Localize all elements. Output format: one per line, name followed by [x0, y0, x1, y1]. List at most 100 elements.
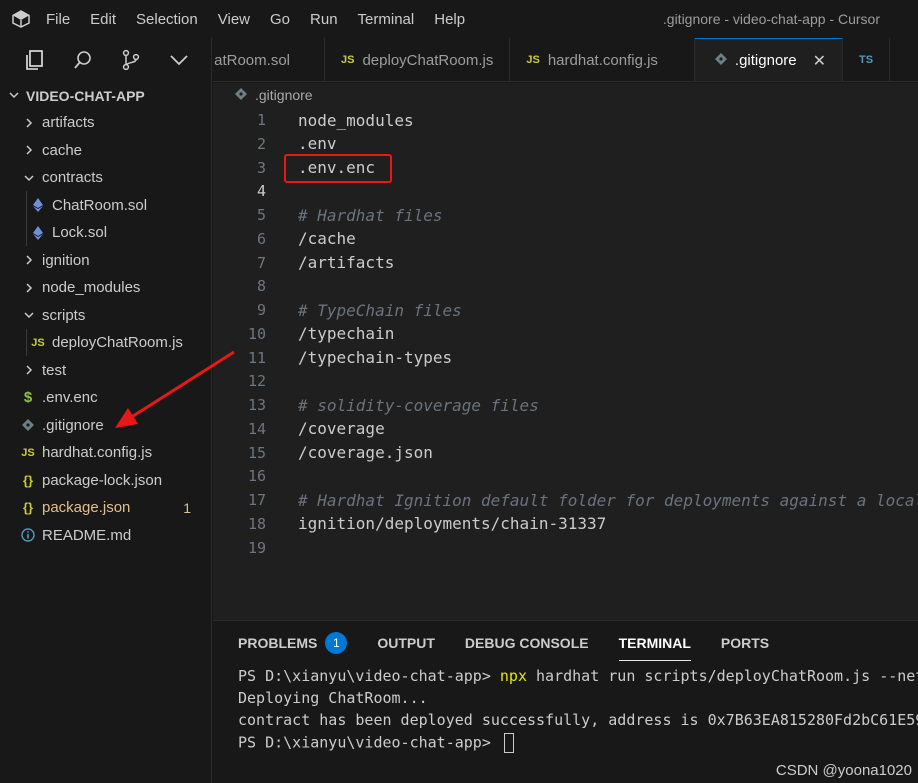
- tab-gitignore[interactable]: .gitignore ✕: [694, 38, 844, 81]
- terminal-input-line[interactable]: PS D:\xianyu\video-chat-app>: [238, 733, 514, 753]
- tree-item-test[interactable]: test: [0, 357, 211, 385]
- line-number: 18: [247, 514, 266, 533]
- tree-item-label: ignition: [42, 251, 90, 269]
- tree-item-label: contracts: [42, 169, 103, 187]
- chevron-right-icon: [22, 117, 36, 129]
- code-line[interactable]: 14/coverage: [213, 417, 918, 441]
- line-number: 7: [256, 253, 266, 272]
- annotation-highlight-box: [284, 154, 392, 183]
- tree-item-gitignore[interactable]: .gitignore: [0, 412, 211, 440]
- tree-item-lock-sol[interactable]: Lock.sol: [0, 219, 211, 247]
- code-comment: # Hardhat files: [298, 205, 443, 225]
- tab-problems[interactable]: PROBLEMS 1: [238, 632, 348, 654]
- tree-item-label: artifacts: [42, 114, 95, 132]
- tree-item-ignition[interactable]: ignition: [0, 247, 211, 275]
- code-line[interactable]: 9 # TypeChain files: [213, 298, 918, 322]
- tree-item-readme-md[interactable]: README.md: [0, 522, 211, 550]
- chevron-down-icon: [22, 172, 36, 184]
- menu-selection[interactable]: Selection: [136, 11, 198, 28]
- tab-debug-console[interactable]: DEBUG CONSOLE: [465, 635, 589, 651]
- line-number: 17: [247, 491, 266, 509]
- code-line[interactable]: 16: [213, 464, 918, 488]
- tab-hardhat-config-js[interactable]: JS hardhat.config.js: [510, 38, 695, 81]
- code-line[interactable]: 12: [213, 369, 918, 393]
- line-number: 2: [256, 134, 266, 153]
- code-line[interactable]: 7/artifacts: [213, 251, 918, 275]
- tree-item-artifacts[interactable]: artifacts: [0, 109, 211, 137]
- terminal-command-args: hardhat run scripts/deployChatRoom.js --…: [527, 667, 918, 685]
- tab-output[interactable]: OUTPUT: [377, 635, 435, 651]
- code-line[interactable]: 2 .env: [213, 132, 918, 156]
- menu-run[interactable]: Run: [310, 11, 338, 28]
- menu-terminal[interactable]: Terminal: [358, 11, 415, 28]
- window-title: .gitignore - video-chat-app - Cursor: [662, 11, 880, 27]
- tab-terminal[interactable]: TERMINAL: [618, 635, 692, 661]
- tab-ports[interactable]: PORTS: [721, 635, 769, 651]
- tree-item-label: ChatRoom.sol: [52, 196, 148, 214]
- tree-item-label: Lock.sol: [52, 224, 108, 242]
- menu-help[interactable]: Help: [434, 11, 465, 28]
- tree-item-env-enc[interactable]: $ .env.enc: [0, 384, 211, 412]
- code-line[interactable]: 19: [213, 536, 918, 560]
- terminal-command-npx: npx: [499, 667, 527, 685]
- code-line[interactable]: 1 node_modules: [213, 108, 918, 132]
- chevron-right-icon: [22, 254, 36, 266]
- tab-deploychatroom-js[interactable]: JS deployChatRoom.js: [325, 38, 511, 81]
- menu-view[interactable]: View: [218, 11, 250, 28]
- tree-item-chatroom-sol[interactable]: ChatRoom.sol: [0, 192, 211, 220]
- tree-item-label: scripts: [42, 306, 86, 324]
- line-number: 1: [256, 111, 266, 129]
- problems-count-badge: 1: [325, 632, 348, 654]
- source-control-icon[interactable]: [120, 49, 142, 71]
- code-text: /coverage: [298, 419, 385, 439]
- menu-go[interactable]: Go: [270, 11, 290, 28]
- chevron-right-icon: [22, 282, 36, 294]
- code-text: node_modules: [298, 110, 414, 130]
- ethereum-icon: [30, 225, 46, 240]
- javascript-icon: JS: [526, 54, 540, 66]
- tree-item-hardhat-config-js[interactable]: JS hardhat.config.js: [0, 439, 211, 467]
- menu-edit[interactable]: Edit: [90, 11, 116, 28]
- close-icon[interactable]: ✕: [813, 51, 826, 71]
- tree-item-contracts[interactable]: contracts: [0, 164, 211, 192]
- tab-chatroom-sol[interactable]: atRoom.sol: [213, 38, 325, 81]
- problem-count-badge: 1: [183, 499, 191, 516]
- code-line[interactable]: 5 # Hardhat files: [213, 203, 918, 227]
- code-line[interactable]: 6/cache: [213, 227, 918, 251]
- code-line[interactable]: 10/typechain: [213, 322, 918, 346]
- code-comment: # Hardhat Ignition default folder for de…: [298, 490, 918, 510]
- code-line[interactable]: 11/typechain-types: [213, 346, 918, 370]
- code-line[interactable]: 8: [213, 274, 918, 298]
- search-icon[interactable]: [72, 49, 94, 71]
- json-braces-icon: {}: [22, 472, 34, 488]
- tree-item-label: hardhat.config.js: [42, 444, 153, 462]
- line-number: 16: [247, 467, 266, 486]
- chevron-down-icon[interactable]: [168, 49, 190, 71]
- tree-item-node-modules[interactable]: node_modules: [0, 274, 211, 302]
- tree-item-package-json[interactable]: {} package.json 1: [0, 494, 211, 522]
- line-number: 9: [256, 301, 266, 319]
- files-icon[interactable]: [24, 49, 46, 71]
- code-line[interactable]: 17 # Hardhat Ignition default folder for …: [213, 488, 918, 512]
- breadcrumb-file[interactable]: .gitignore: [255, 87, 313, 103]
- tree-item-scripts[interactable]: scripts: [0, 302, 211, 330]
- project-folder-header[interactable]: VIDEO-CHAT-APP: [0, 83, 211, 109]
- line-number: 11: [247, 348, 266, 367]
- git-diamond-icon: [20, 419, 36, 432]
- tree-item-label: .gitignore: [42, 416, 104, 434]
- line-number: 10: [247, 324, 266, 343]
- tab-typescript-file[interactable]: TS: [843, 38, 891, 81]
- menu-file[interactable]: File: [46, 11, 70, 28]
- git-diamond-icon: [714, 53, 727, 68]
- tree-item-cache[interactable]: cache: [0, 137, 211, 165]
- code-text: /typechain: [298, 324, 395, 344]
- json-braces-icon: {}: [22, 500, 34, 516]
- terminal-cursor: [503, 733, 514, 753]
- terminal-prompt: PS D:\xianyu\video-chat-app>: [238, 667, 500, 685]
- javascript-icon: JS: [21, 446, 35, 459]
- tree-item-package-lock-json[interactable]: {} package-lock.json: [0, 467, 211, 495]
- code-line[interactable]: 13 # solidity-coverage files: [213, 393, 918, 417]
- code-line[interactable]: 15/coverage.json: [213, 441, 918, 465]
- tree-item-deploychatroom-js[interactable]: JS deployChatRoom.js: [0, 329, 211, 357]
- code-line[interactable]: 18 ignition/deployments/chain-31337: [213, 512, 918, 536]
